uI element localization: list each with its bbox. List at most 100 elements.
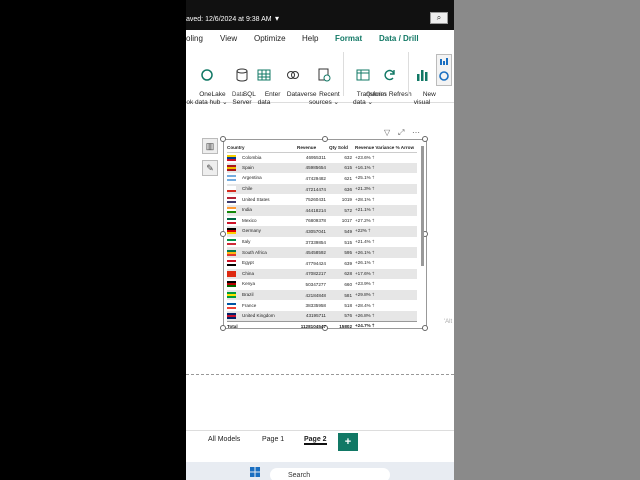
cell-country: United States [227, 194, 297, 205]
cell-variance: +26.1% 🡑 [355, 260, 375, 266]
table-icon [257, 69, 271, 81]
menu-view[interactable]: View [220, 34, 237, 43]
table-row[interactable]: India 44418214 572 +21.1% 🡑 [227, 204, 417, 216]
tab-all-models[interactable]: All Models [208, 436, 240, 443]
saved-status: aved: 12/6/2024 at 9:38 AM [186, 16, 272, 23]
column-header-qty-sold[interactable]: Qty Sold [329, 143, 355, 153]
cell-country: Italy [227, 237, 297, 248]
cell-qty-sold: 515 [344, 239, 352, 245]
cell-qty-sold: 581 [329, 289, 355, 301]
table-header-row: Country Revenue Qty Sold Revenue Varianc… [227, 143, 417, 153]
cell-qty-sold: 636 [329, 183, 355, 195]
table-row[interactable]: Chile 47214474 636 +21.3% 🡑 [227, 183, 417, 195]
cell-qty-sold: 660 [344, 281, 352, 287]
flag-icon [227, 196, 236, 203]
windows-start-icon[interactable] [250, 467, 260, 477]
dataverse-button[interactable]: Dataverse [276, 52, 316, 107]
table-row[interactable]: South Africa 45458592 595 +26.1% 🡑 [227, 247, 417, 258]
flag-icon [227, 281, 236, 288]
focus-mode-icon[interactable]: ⤢ [398, 128, 404, 138]
format-visual-icon[interactable]: ✎ [202, 160, 218, 176]
total-variance: +24.7% 🡑 [355, 321, 417, 330]
ribbon-divider [408, 52, 409, 96]
cell-variance: +23.6% 🡑 [355, 154, 375, 160]
menu-bar: oling View Optimize Help Format Data / D… [186, 30, 454, 48]
menu-modeling[interactable]: oling [186, 34, 203, 43]
cell-variance: +23.9% 🡑 [355, 281, 375, 287]
filter-icon[interactable]: ▽ [384, 128, 390, 137]
column-header-revenue-variance[interactable]: Revenue Variance % Arrow [355, 143, 417, 153]
flag-icon [227, 175, 236, 182]
table-row[interactable]: Germany 43057041 549 +22% 🡑 [227, 226, 417, 237]
cell-qty-sold: 576 [329, 310, 355, 322]
right-background [454, 0, 640, 480]
table-row[interactable]: United Kingdom 43195711 576 +26.8% 🡑 [227, 310, 417, 322]
cell-country: China [227, 268, 297, 280]
cell-revenue: 47082217 [297, 268, 329, 280]
resize-handle[interactable] [220, 136, 226, 142]
table-visual[interactable]: ▽ ⤢ ⋯ Country Revenue Qty Sold Revenue V… [220, 128, 428, 331]
table-row[interactable]: Spain 45985654 615 +16.1% 🡑 [227, 162, 417, 174]
menu-help[interactable]: Help [302, 34, 318, 43]
cell-qty-sold: 615 [329, 162, 355, 174]
ribbon-divider [343, 52, 344, 96]
table-row[interactable]: Italy 37339854 515 +21.4% 🡑 [227, 237, 417, 248]
add-page-button[interactable]: + [338, 433, 358, 451]
flag-icon [227, 260, 236, 267]
cell-revenue: 47214474 [297, 183, 329, 195]
cell-qty-sold: 1019 [341, 197, 352, 203]
cell-variance: +26.1% 🡑 [355, 247, 417, 258]
country-name: Germany [242, 228, 261, 234]
country-name: United Kingdom [242, 313, 275, 319]
page-boundary [186, 374, 454, 375]
report-canvas[interactable]: ▥ ✎ ▽ ⤢ ⋯ Country Revenue Qty Sold Reven… [186, 104, 454, 374]
column-header-country[interactable]: Country [227, 143, 297, 153]
flag-icon [227, 207, 236, 214]
cell-revenue: 45458592 [297, 247, 329, 258]
cell-variance: +28.1% 🡑 [355, 196, 375, 202]
cell-country: Mexico [227, 216, 297, 227]
column-header-revenue[interactable]: Revenue [297, 143, 329, 153]
cell-variance: +29.8% 🡑 [355, 289, 417, 301]
table-row[interactable]: China 47082217 628 +17.6% 🡑 [227, 268, 417, 280]
table-row[interactable]: Argentina 47429482 621 +25.1% 🡑 [227, 173, 417, 184]
table-row[interactable]: Brazil 42184848 581 +29.8% 🡑 [227, 289, 417, 301]
menu-data-drill[interactable]: Data / Drill [379, 34, 419, 43]
table-row[interactable]: Mexico 76809378 1017 +27.2% 🡑 [227, 216, 417, 227]
page-tabs: All Models Page 1 Page 2 + [186, 430, 454, 452]
country-name: Italy [242, 239, 251, 245]
cell-variance: +21.3% 🡑 [355, 183, 417, 195]
tab-page-2[interactable]: Page 2 [304, 436, 327, 445]
table-row[interactable]: Kenya 50347277 660 +23.9% 🡑 [227, 279, 417, 290]
refresh-button[interactable]: Refresh [378, 52, 412, 107]
cell-qty-sold: 639 [344, 260, 352, 266]
search-button[interactable]: ⌕ [430, 12, 448, 24]
resize-handle[interactable] [220, 325, 226, 331]
cell-revenue: 37339854 [305, 239, 326, 245]
table-row[interactable]: Egypt 47794424 639 +26.1% 🡑 [227, 258, 417, 269]
chevron-down-icon[interactable]: ▾ [275, 14, 279, 23]
menu-format[interactable]: Format [335, 34, 362, 43]
menu-optimize[interactable]: Optimize [254, 34, 286, 43]
taskbar-search[interactable]: Search [270, 468, 390, 480]
table-row[interactable]: Colombia 46955311 632 +23.6% 🡑 [227, 152, 417, 163]
cell-country: Brazil [227, 289, 297, 301]
more-options-icon[interactable]: ⋯ [412, 128, 420, 137]
side-label: 'Alt [444, 319, 453, 325]
resize-handle[interactable] [422, 136, 428, 142]
vertical-scrollbar[interactable] [421, 146, 424, 266]
resize-handle[interactable] [220, 231, 226, 237]
tab-page-1[interactable]: Page 1 [262, 436, 284, 443]
visual-gallery[interactable] [436, 54, 452, 86]
resize-handle[interactable] [422, 325, 428, 331]
build-visual-icon[interactable]: ▥ [202, 138, 218, 154]
resize-handle[interactable] [322, 136, 328, 142]
cell-country: South Africa [227, 247, 297, 258]
flag-icon [227, 302, 236, 309]
cell-variance: +16.1% 🡑 [355, 162, 417, 174]
group-label-data: Data [232, 92, 245, 98]
total-revenue: 1128104547 [297, 321, 329, 330]
table-row[interactable]: France 38335958 518 +28.4% 🡑 [227, 300, 417, 311]
cell-country: Spain [227, 162, 297, 174]
table-row[interactable]: United States 75260431 1019 +28.1% 🡑 [227, 194, 417, 205]
